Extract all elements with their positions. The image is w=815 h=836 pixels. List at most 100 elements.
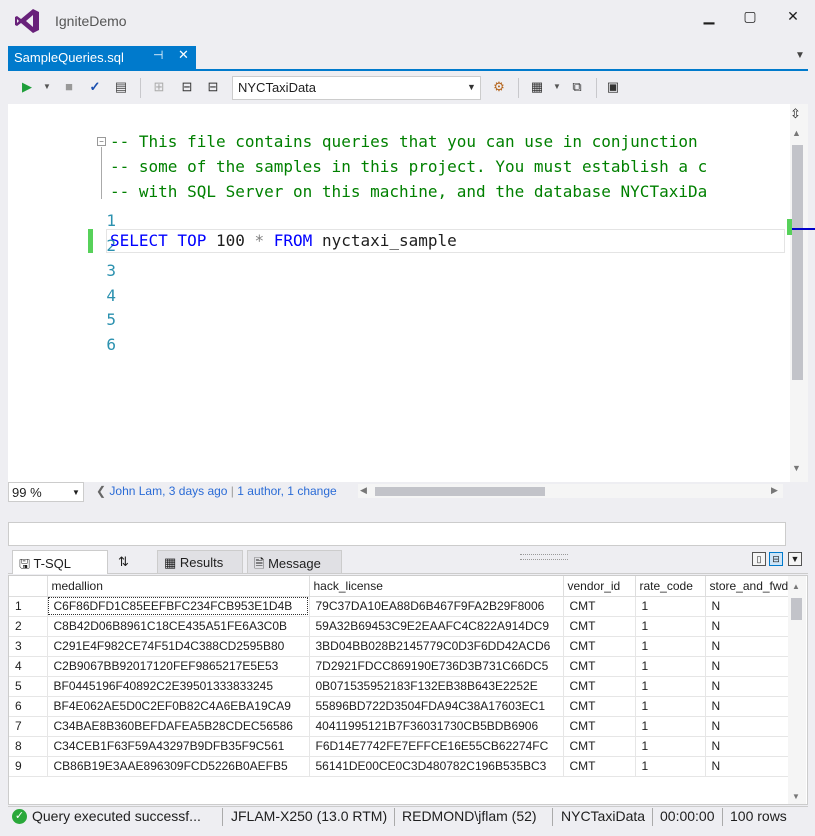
table-cell[interactable]: C291E4F982CE74F51D4C388CD2595B80	[47, 636, 310, 657]
execute-icon[interactable]: ▶	[18, 78, 36, 96]
table-cell[interactable]: N	[705, 736, 796, 757]
table-cell[interactable]: CMT	[563, 596, 636, 617]
row-number[interactable]: 6	[9, 696, 48, 717]
table-cell[interactable]: N	[705, 676, 796, 697]
column-header[interactable]: store_and_fwd	[705, 576, 796, 597]
database-select[interactable]: NYCTaxiData	[232, 76, 481, 100]
table-cell[interactable]: BF0445196F40892C2E39501333833245	[47, 676, 310, 697]
collapse-pane-icon[interactable]: ▼	[788, 552, 802, 566]
table-cell[interactable]: 1	[635, 636, 706, 657]
tab-message[interactable]: 🗎 Message	[247, 550, 342, 574]
tab-tsql[interactable]: 🖫 T-SQL	[12, 550, 108, 574]
scroll-down-icon[interactable]: ▼	[792, 792, 800, 801]
display-plan-icon[interactable]: ▣	[604, 78, 622, 96]
table-cell[interactable]: 1	[635, 696, 706, 717]
table-cell[interactable]: C34CEB1F63F59A43297B9DFB35F9C561	[47, 736, 310, 757]
table-cell[interactable]: 1	[635, 656, 706, 677]
table-cell[interactable]: N	[705, 716, 796, 737]
table-cell[interactable]: CMT	[563, 676, 636, 697]
pane-grip[interactable]	[520, 554, 568, 560]
row-number[interactable]: 1	[9, 596, 48, 617]
parse-check-icon[interactable]: ✓	[86, 78, 104, 96]
table-row[interactable]: 4 C2B9067BB92017120FEF9865217E5E53 7D2921F…	[9, 656, 796, 677]
table-cell[interactable]: CMT	[563, 716, 636, 737]
table-cell[interactable]: 0B071535952183F132EB38B643E2252E	[309, 676, 564, 697]
table-cell[interactable]: F6D14E7742FE7EFFCE16E55CB62274FC	[309, 736, 564, 757]
row-number[interactable]: 3	[9, 636, 48, 657]
chevron-down-icon[interactable]: ▼	[795, 50, 805, 61]
results-grid[interactable]: medallion hack_license vendor_id rate_co…	[8, 575, 808, 805]
table-cell[interactable]: 1	[635, 676, 706, 697]
table-row[interactable]: 2 C8B42D06B8961C18CE435A51FE6A3C0B 59A32B6…	[9, 616, 796, 637]
table-cell[interactable]: 7D2921FDCC869190E736D3B731C66DC5	[309, 656, 564, 677]
scrollbar-thumb[interactable]	[375, 487, 545, 496]
scrollbar-thumb[interactable]	[792, 145, 803, 380]
disconnect-icon[interactable]: ⊟	[204, 78, 222, 96]
table-cell[interactable]: 3BD04BB028B2145779C0D3F6DD42ACD6	[309, 636, 564, 657]
table-row[interactable]: 7 C34BAE8B360BEFDAFEA5B28CDEC56586 4041199…	[9, 716, 796, 737]
results-grid-icon[interactable]: ▦	[528, 78, 546, 96]
scroll-up-icon[interactable]: ▲	[792, 128, 801, 138]
table-cell[interactable]: 1	[635, 736, 706, 757]
table-cell[interactable]: CMT	[563, 656, 636, 677]
row-number[interactable]: 4	[9, 656, 48, 677]
table-row[interactable]: 9 CB86B19E3AAE896309FCD5226B0AEFB5 56141DE…	[9, 756, 796, 777]
table-row[interactable]: 1 C6F86DFD1C85EEFBFC234FCB953E1D4B 79C37DA…	[9, 596, 796, 617]
table-row[interactable]: 5 BF0445196F40892C2E39501333833245 0B07153…	[9, 676, 796, 697]
scroll-down-icon[interactable]: ▼	[792, 463, 801, 473]
table-cell[interactable]: CMT	[563, 616, 636, 637]
table-cell[interactable]: CMT	[563, 736, 636, 757]
maximize-icon[interactable]: ▢	[735, 8, 765, 28]
table-cell[interactable]: 40411995121B7F36031730CB5BDB6906	[309, 716, 564, 737]
table-cell[interactable]: C2B9067BB92017120FEF9865217E5E53	[47, 656, 310, 677]
codelens-changes-link[interactable]: 1 author, 1 change	[237, 484, 336, 498]
table-cell[interactable]: C34BAE8B360BEFDAFEA5B28CDEC56586	[47, 716, 310, 737]
code-line-2[interactable]: -- This file contains queries that you c…	[110, 132, 698, 151]
tab-results[interactable]: ▦ Results	[157, 550, 243, 574]
row-number[interactable]: 7	[9, 716, 48, 737]
tab-close-icon[interactable]: ✕	[178, 47, 189, 63]
table-cell[interactable]: BF4E062AE5D0C2EF0B82C4A6EBA19CA9	[47, 696, 310, 717]
row-number[interactable]: 9	[9, 756, 48, 777]
code-line-3[interactable]: -- some of the samples in this project. …	[110, 157, 707, 176]
table-cell[interactable]: 1	[635, 616, 706, 637]
table-cell[interactable]: CB86B19E3AAE896309FCD5226B0AEFB5	[47, 756, 310, 777]
minimize-icon[interactable]: ▁	[694, 8, 724, 28]
column-header[interactable]: hack_license	[309, 576, 564, 597]
table-cell[interactable]: CMT	[563, 696, 636, 717]
results-dropdown-icon[interactable]: ▼	[548, 78, 566, 96]
split-vertical-icon[interactable]: ▯	[752, 552, 766, 566]
close-icon[interactable]: ✕	[778, 8, 808, 28]
table-cell[interactable]: C6F86DFD1C85EEFBFC234FCB953E1D4B	[47, 596, 310, 617]
table-cell[interactable]: C8B42D06B8961C18CE435A51FE6A3C0B	[47, 616, 310, 637]
split-icon[interactable]: ⇳	[790, 106, 801, 122]
code-line-6[interactable]: SELECT TOP 100 * FROM nyctaxi_sample	[110, 231, 457, 250]
scroll-up-icon[interactable]: ▲	[792, 582, 800, 591]
table-cell[interactable]: 1	[635, 716, 706, 737]
tab-samplequeries[interactable]: SampleQueries.sql	[8, 46, 196, 70]
chevron-down-icon[interactable]: ▼	[72, 488, 80, 497]
row-number[interactable]: 8	[9, 736, 48, 757]
table-cell[interactable]: 55896BD722D3504FDA94C38A17603EC1	[309, 696, 564, 717]
table-row[interactable]: 6 BF4E062AE5D0C2EF0B82C4A6EBA19CA9 55896BD…	[9, 696, 796, 717]
table-cell[interactable]: N	[705, 616, 796, 637]
table-cell[interactable]: 59A32B69453C9E2EAAFC4C822A914DC9	[309, 616, 564, 637]
scroll-right-icon[interactable]: ▶	[771, 485, 778, 496]
column-header[interactable]: vendor_id	[563, 576, 636, 597]
connect-icon[interactable]: ⊞	[150, 78, 168, 96]
sort-icon[interactable]: ⇅	[112, 550, 142, 574]
pin-icon[interactable]: ⊣	[153, 48, 163, 62]
table-cell[interactable]: N	[705, 656, 796, 677]
code-line-4[interactable]: -- with SQL Server on this machine, and …	[110, 182, 707, 201]
table-cell[interactable]: 79C37DA10EA88D6B467F9FA2B29F8006	[309, 596, 564, 617]
chevron-down-icon[interactable]: ▼	[467, 82, 476, 92]
execute-dropdown-icon[interactable]: ▼	[38, 78, 56, 96]
estimated-plan-icon[interactable]: ▤	[112, 78, 130, 96]
schema-icon[interactable]: ⧉	[568, 78, 586, 96]
table-row[interactable]: 8 C34CEB1F63F59A43297B9DFB35F9C561 F6D14E7…	[9, 736, 796, 757]
query-options-icon[interactable]: ⚙	[490, 78, 508, 96]
stop-icon[interactable]: ■	[60, 78, 78, 96]
table-cell[interactable]: N	[705, 696, 796, 717]
table-cell[interactable]: 1	[635, 596, 706, 617]
collapse-icon[interactable]: −	[97, 137, 106, 146]
